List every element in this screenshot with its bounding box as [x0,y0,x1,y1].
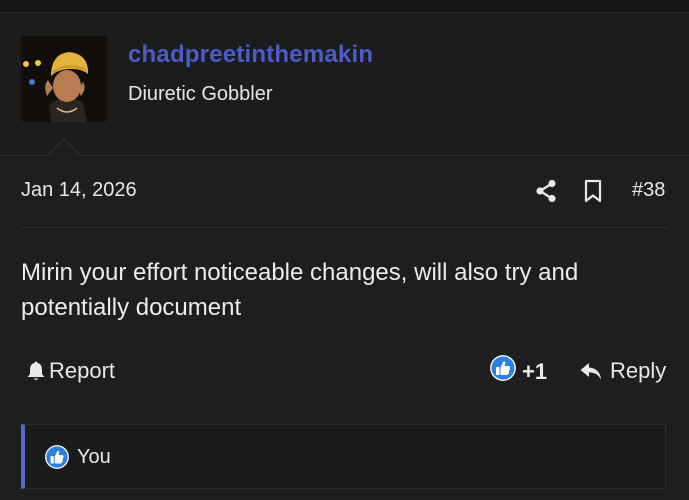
thumbs-up-icon[interactable] [490,355,516,381]
reply-label: Reply [610,358,667,383]
bookmark-icon[interactable] [584,179,602,203]
reactions-bar[interactable]: You [21,424,666,489]
avatar[interactable] [21,36,107,122]
username-link[interactable]: chadpreetinthemakin [128,41,373,69]
reply-button[interactable]: Reply [579,358,666,384]
post-date[interactable]: Jan 14, 2026 [21,179,137,202]
avatar-image [21,36,107,122]
like-count[interactable]: +1 [522,359,547,385]
header-caret-fill [48,140,80,156]
reactions-list-link[interactable]: You [77,446,111,469]
post-actions: Report +1 Reply [0,353,689,389]
post-meta: Jan 14, 2026 #38 [0,156,689,226]
bell-icon [27,361,45,380]
post-message: Mirin your effort noticeable changes, wi… [21,259,579,321]
report-label: Report [49,358,116,383]
reply-arrow-icon [580,363,601,380]
user-title: Diuretic Gobbler [128,83,273,105]
share-icon[interactable] [535,179,557,203]
thumbs-up-icon [45,445,69,469]
divider [21,227,668,228]
post-number-link[interactable]: #38 [632,179,665,202]
forum-post: chadpreetinthemakin Diuretic Gobbler Jan… [0,12,689,500]
user-header: chadpreetinthemakin Diuretic Gobbler [0,13,689,156]
report-button[interactable]: Report [26,358,115,384]
page: chadpreetinthemakin Diuretic Gobbler Jan… [0,0,689,500]
